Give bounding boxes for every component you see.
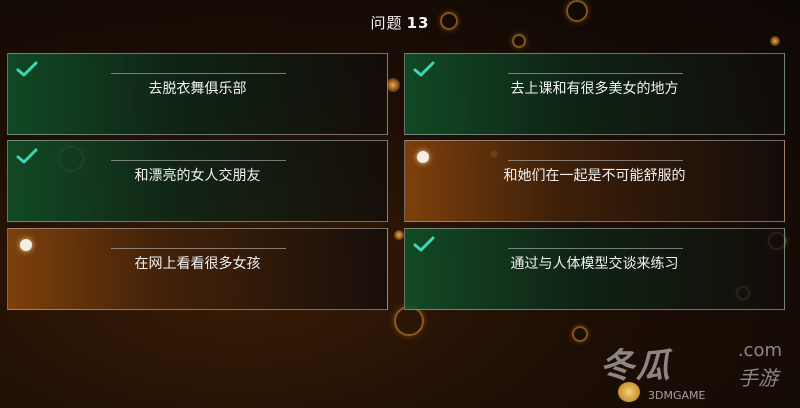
answer-option[interactable]: 和她们在一起是不可能舒服的 bbox=[404, 140, 785, 222]
checkmark-icon bbox=[413, 61, 435, 77]
question-number: 13 bbox=[406, 14, 430, 32]
answer-option[interactable]: 和漂亮的女人交朋友 bbox=[7, 140, 388, 222]
divider bbox=[111, 73, 286, 74]
answer-option[interactable]: 去上课和有很多美女的地方 bbox=[404, 53, 785, 135]
divider bbox=[508, 160, 683, 161]
bokeh-light bbox=[770, 36, 780, 46]
radio-dot-icon bbox=[20, 239, 32, 251]
bokeh-light bbox=[572, 326, 588, 342]
divider bbox=[111, 160, 286, 161]
divider bbox=[111, 248, 286, 249]
bokeh-light bbox=[394, 306, 424, 336]
answer-label: 和她们在一起是不可能舒服的 bbox=[503, 168, 686, 184]
bokeh-light bbox=[512, 34, 526, 48]
answer-label: 在网上看看很多女孩 bbox=[134, 256, 261, 272]
site-watermark: 冬瓜 .com 手游 3DMGAME bbox=[588, 336, 788, 402]
watermark-domain: .com bbox=[737, 340, 782, 361]
divider bbox=[508, 73, 683, 74]
question-title: 问题 13 bbox=[0, 12, 800, 33]
answer-option[interactable]: 去脱衣舞俱乐部 bbox=[7, 53, 388, 135]
watermark-logo-icon bbox=[618, 382, 640, 402]
answer-option[interactable]: 通过与人体模型交谈来练习 bbox=[404, 228, 785, 310]
answer-label: 去上课和有很多美女的地方 bbox=[510, 81, 679, 97]
divider bbox=[508, 248, 683, 249]
answer-label: 去脱衣舞俱乐部 bbox=[148, 81, 247, 97]
answer-option[interactable]: 在网上看看很多女孩 bbox=[7, 228, 388, 310]
checkmark-icon bbox=[16, 148, 38, 164]
checkmark-icon bbox=[16, 61, 38, 77]
question-prefix: 问题 bbox=[370, 14, 403, 32]
watermark-brand: 3DMGAME bbox=[648, 389, 706, 402]
bokeh-light bbox=[386, 78, 400, 92]
watermark-tagline: 手游 bbox=[738, 366, 778, 390]
bokeh-light bbox=[394, 230, 404, 240]
radio-dot-icon bbox=[417, 151, 429, 163]
answer-label: 通过与人体模型交谈来练习 bbox=[510, 256, 679, 272]
watermark-site-name: 冬瓜 bbox=[600, 346, 672, 386]
answer-label: 和漂亮的女人交朋友 bbox=[134, 168, 261, 184]
checkmark-icon bbox=[413, 236, 435, 252]
